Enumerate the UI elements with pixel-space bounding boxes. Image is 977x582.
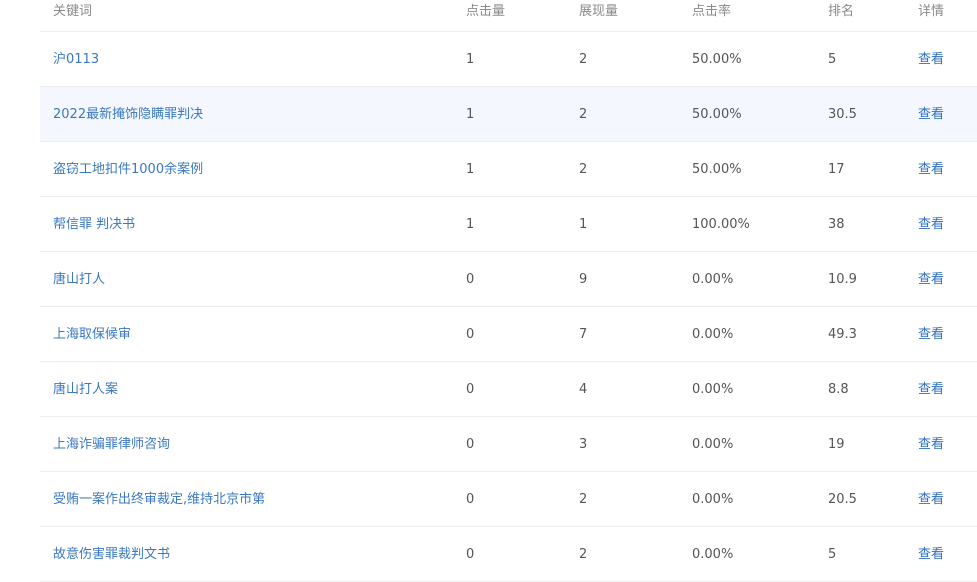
ctr-value: 50.00% xyxy=(692,107,742,122)
view-detail-link[interactable]: 查看 xyxy=(918,197,944,252)
ctr-value: 0.00% xyxy=(692,547,734,562)
keyword-link[interactable]: 唐山打人案 xyxy=(53,362,118,417)
clicks-value: 1 xyxy=(466,217,475,232)
clicks-value: 0 xyxy=(466,547,475,562)
view-detail-link[interactable]: 查看 xyxy=(918,252,944,307)
table-row: 沪0113 1 2 50.00% 5 查看 xyxy=(40,32,977,87)
table-header: 关键词 点击量 展现量 点击率 排名 详情 xyxy=(40,0,977,32)
ctr-value: 100.00% xyxy=(692,217,750,232)
header-rank[interactable]: 排名 xyxy=(828,0,854,24)
header-impressions[interactable]: 展现量 xyxy=(579,0,618,24)
table-row: 2022最新掩饰隐瞒罪判决 1 2 50.00% 30.5 查看 xyxy=(40,87,977,142)
clicks-value: 0 xyxy=(466,437,475,452)
keyword-link[interactable]: 故意伤害罪裁判文书 xyxy=(53,527,170,582)
impressions-value: 9 xyxy=(579,272,588,287)
rank-value: 5 xyxy=(828,547,837,562)
ctr-value: 0.00% xyxy=(692,492,734,507)
view-detail-link[interactable]: 查看 xyxy=(918,362,944,417)
view-detail-link[interactable]: 查看 xyxy=(918,87,944,142)
clicks-value: 0 xyxy=(466,272,475,287)
header-detail: 详情 xyxy=(918,4,945,19)
header-clicks[interactable]: 点击量 xyxy=(466,0,505,24)
impressions-value: 3 xyxy=(579,437,588,452)
rank-value: 49.3 xyxy=(828,327,857,342)
rank-value: 8.8 xyxy=(828,382,849,397)
table-row: 故意伤害罪裁判文书 0 2 0.00% 5 查看 xyxy=(40,527,977,582)
impressions-value: 4 xyxy=(579,382,588,397)
ctr-value: 0.00% xyxy=(692,382,734,397)
keyword-link[interactable]: 上海诈骗罪律师咨询 xyxy=(53,417,170,472)
clicks-value: 0 xyxy=(466,382,475,397)
view-detail-link[interactable]: 查看 xyxy=(918,417,944,472)
ctr-value: 0.00% xyxy=(692,327,734,342)
table-row: 帮信罪 判决书 1 1 100.00% 38 查看 xyxy=(40,197,977,252)
impressions-value: 2 xyxy=(579,52,588,67)
table-row: 唐山打人案 0 4 0.00% 8.8 查看 xyxy=(40,362,977,417)
clicks-value: 0 xyxy=(466,327,475,342)
view-detail-link[interactable]: 查看 xyxy=(918,472,944,527)
view-detail-link[interactable]: 查看 xyxy=(918,32,944,87)
header-keyword[interactable]: 关键词 xyxy=(53,0,92,24)
keyword-table: 关键词 点击量 展现量 点击率 排名 详情 沪0113 1 2 50.00% 5… xyxy=(40,0,977,582)
keyword-link[interactable]: 沪0113 xyxy=(53,32,99,87)
ctr-value: 50.00% xyxy=(692,162,742,177)
clicks-value: 1 xyxy=(466,162,475,177)
rank-value: 10.9 xyxy=(828,272,857,287)
rank-value: 30.5 xyxy=(828,107,857,122)
rank-value: 19 xyxy=(828,437,845,452)
clicks-value: 1 xyxy=(466,107,475,122)
table-row: 上海取保候审 0 7 0.00% 49.3 查看 xyxy=(40,307,977,362)
keyword-link[interactable]: 帮信罪 判决书 xyxy=(53,197,135,252)
ctr-value: 50.00% xyxy=(692,52,742,67)
table-row: 受贿一案作出终审裁定,维持北京市第 0 2 0.00% 20.5 查看 xyxy=(40,472,977,527)
impressions-value: 1 xyxy=(579,217,588,232)
rank-value: 38 xyxy=(828,217,845,232)
table-row: 盗窃工地扣件1000余案例 1 2 50.00% 17 查看 xyxy=(40,142,977,197)
rank-value: 20.5 xyxy=(828,492,857,507)
view-detail-link[interactable]: 查看 xyxy=(918,307,944,362)
view-detail-link[interactable]: 查看 xyxy=(918,142,944,197)
view-detail-link[interactable]: 查看 xyxy=(918,527,944,582)
keyword-link[interactable]: 盗窃工地扣件1000余案例 xyxy=(53,142,203,197)
table-row: 唐山打人 0 9 0.00% 10.9 查看 xyxy=(40,252,977,307)
table-row: 上海诈骗罪律师咨询 0 3 0.00% 19 查看 xyxy=(40,417,977,472)
keyword-link[interactable]: 上海取保候审 xyxy=(53,307,131,362)
rank-value: 17 xyxy=(828,162,845,177)
ctr-value: 0.00% xyxy=(692,272,734,287)
impressions-value: 2 xyxy=(579,107,588,122)
impressions-value: 2 xyxy=(579,547,588,562)
keyword-link[interactable]: 受贿一案作出终审裁定,维持北京市第 xyxy=(53,472,265,527)
rank-value: 5 xyxy=(828,52,837,67)
keyword-link[interactable]: 2022最新掩饰隐瞒罪判决 xyxy=(53,87,203,142)
header-ctr[interactable]: 点击率 xyxy=(692,0,731,24)
clicks-value: 0 xyxy=(466,492,475,507)
keyword-link[interactable]: 唐山打人 xyxy=(53,252,105,307)
clicks-value: 1 xyxy=(466,52,475,67)
ctr-value: 0.00% xyxy=(692,437,734,452)
impressions-value: 2 xyxy=(579,162,588,177)
impressions-value: 7 xyxy=(579,327,588,342)
impressions-value: 2 xyxy=(579,492,588,507)
